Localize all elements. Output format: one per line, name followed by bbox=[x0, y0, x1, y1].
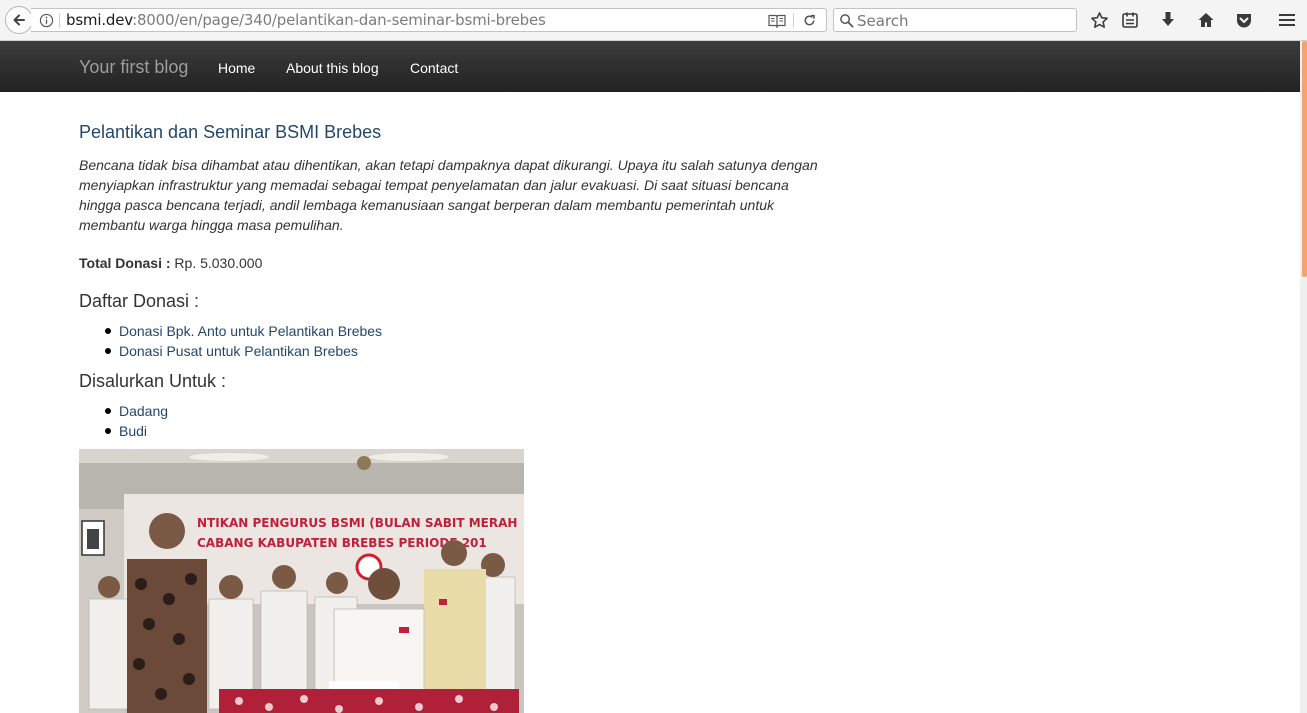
search-icon bbox=[840, 14, 854, 28]
back-arrow-icon bbox=[13, 14, 25, 26]
bullet bbox=[105, 348, 111, 354]
download-button[interactable] bbox=[1158, 10, 1178, 30]
scrollbar[interactable] bbox=[1300, 41, 1307, 713]
reading-list-icon bbox=[1122, 12, 1138, 28]
url-path: :8000/en/page/340/pelantikan-dan-seminar… bbox=[132, 11, 546, 29]
pocket-icon bbox=[1237, 13, 1251, 27]
total-donation-value: Rp. 5.030.000 bbox=[174, 255, 263, 271]
site-navbar: Your first blog Home About this blog Con… bbox=[0, 41, 1300, 92]
reload-icon[interactable] bbox=[802, 13, 817, 28]
search-bar[interactable]: Search bbox=[833, 8, 1077, 32]
menu-button[interactable] bbox=[1277, 10, 1297, 30]
home-button[interactable] bbox=[1196, 10, 1216, 30]
total-donation: Total Donasi : Rp. 5.030.000 bbox=[79, 255, 262, 271]
scrollbar-thumb[interactable] bbox=[1302, 41, 1307, 277]
nav-link-contact[interactable]: Contact bbox=[410, 60, 458, 76]
ceremony-photo-image: NTIKAN PENGURUS BSMI (BULAN SABIT MERAH … bbox=[79, 449, 524, 713]
post-photo: NTIKAN PENGURUS BSMI (BULAN SABIT MERAH … bbox=[79, 449, 524, 713]
donation-link[interactable]: Donasi Bpk. Anto untuk Pelantikan Brebes bbox=[119, 321, 382, 341]
nav-link-about[interactable]: About this blog bbox=[286, 60, 379, 76]
url-divider bbox=[59, 13, 60, 28]
info-icon[interactable] bbox=[39, 13, 54, 28]
page-viewport: Your first blog Home About this blog Con… bbox=[0, 41, 1307, 713]
reading-list-button[interactable] bbox=[1120, 10, 1140, 30]
bullet bbox=[105, 328, 111, 334]
bullet bbox=[105, 428, 111, 434]
pocket-button[interactable] bbox=[1234, 10, 1254, 30]
browser-toolbar: bsmi.dev:8000/en/page/340/pelantikan-dan… bbox=[0, 0, 1307, 41]
bullet bbox=[105, 408, 111, 414]
search-placeholder: Search bbox=[857, 12, 909, 30]
bookmark-star-icon bbox=[1090, 11, 1108, 28]
url-bar[interactable]: bsmi.dev:8000/en/page/340/pelantikan-dan… bbox=[31, 8, 827, 32]
banner-text-line1: NTIKAN PENGURUS BSMI (BULAN SABIT MERAH bbox=[197, 516, 517, 530]
total-donation-label: Total Donasi : bbox=[79, 255, 171, 271]
back-button[interactable] bbox=[5, 6, 33, 34]
download-icon bbox=[1162, 12, 1174, 26]
site-brand-link[interactable]: Your first blog bbox=[79, 57, 188, 78]
reload-divider bbox=[793, 13, 794, 28]
bookmark-star-button[interactable] bbox=[1089, 10, 1109, 30]
url-text[interactable]: bsmi.dev:8000/en/page/340/pelantikan-dan… bbox=[66, 12, 546, 29]
donation-link[interactable]: Donasi Pusat untuk Pelantikan Brebes bbox=[119, 341, 358, 361]
home-icon bbox=[1198, 13, 1214, 27]
post-title: Pelantikan dan Seminar BSMI Brebes bbox=[79, 122, 382, 142]
recipient-link[interactable]: Dadang bbox=[119, 401, 168, 421]
menu-icon bbox=[1279, 14, 1295, 26]
recipients-heading: Disalurkan Untuk : bbox=[79, 371, 227, 391]
nav-link-home[interactable]: Home bbox=[218, 60, 255, 76]
donations-heading: Daftar Donasi : bbox=[79, 291, 200, 311]
url-host: bsmi.dev bbox=[66, 11, 133, 29]
post-excerpt: Bencana tidak bisa dihambat atau dihenti… bbox=[79, 157, 818, 233]
recipient-link[interactable]: Budi bbox=[119, 421, 147, 441]
reader-view-icon[interactable] bbox=[768, 13, 786, 28]
